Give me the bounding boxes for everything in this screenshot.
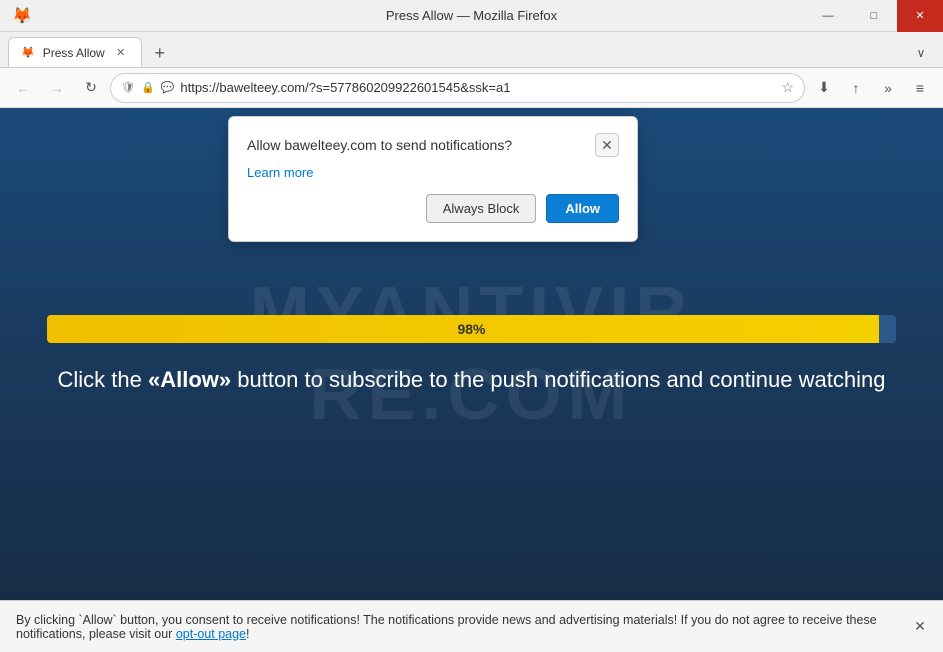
lock-icon: 🔒 bbox=[141, 81, 155, 94]
firefox-logo: 🦊 bbox=[12, 6, 32, 26]
forward-button[interactable]: → bbox=[42, 73, 72, 103]
window-title: Press Allow — Mozilla Firefox bbox=[386, 8, 557, 23]
allow-button[interactable]: Allow bbox=[546, 194, 619, 223]
bottom-bar: By clicking `Allow` button, you consent … bbox=[0, 600, 943, 652]
extensions-button[interactable]: » bbox=[873, 73, 903, 103]
window-controls: — □ ✕ bbox=[805, 0, 943, 31]
page-content: MYANTIVIR RE.COM 98% Click the «Allow» b… bbox=[0, 108, 943, 600]
bookmark-icon[interactable]: ☆ bbox=[781, 79, 794, 96]
back-button[interactable]: ← bbox=[8, 73, 38, 103]
pocket-button[interactable]: ⬇ bbox=[809, 73, 839, 103]
tab-bar: 🦊 Press Allow ✕ + ∨ bbox=[0, 32, 943, 68]
address-bar[interactable]: 🛡 🔒 💬 https://bawelteey.com/?s=577860209… bbox=[110, 73, 805, 103]
reload-button[interactable]: ↻ bbox=[76, 73, 106, 103]
popup-close-button[interactable]: ✕ bbox=[595, 133, 619, 157]
title-bar: 🦊 Press Allow — Mozilla Firefox — □ ✕ bbox=[0, 0, 943, 32]
menu-button[interactable]: ≡ bbox=[905, 73, 935, 103]
shield-icon: 🛡 bbox=[121, 81, 135, 94]
toolbar-icons: ⬇ ↑ » ≡ bbox=[809, 73, 935, 103]
instruction-text: Click the «Allow» button to subscribe to… bbox=[58, 367, 886, 393]
minimize-button[interactable]: — bbox=[805, 0, 851, 32]
popup-header: Allow bawelteey.com to send notification… bbox=[247, 133, 619, 157]
tab-favicon: 🦊 bbox=[21, 46, 35, 59]
bottom-bar-text-before: By clicking `Allow` button, you consent … bbox=[16, 613, 877, 641]
notification-permission-icon: 💬 bbox=[161, 81, 175, 94]
tab-close-button[interactable]: ✕ bbox=[113, 45, 129, 61]
bottom-bar-text: By clicking `Allow` button, you consent … bbox=[16, 613, 903, 641]
url-text: https://bawelteey.com/?s=577860209922601… bbox=[180, 80, 775, 95]
active-tab[interactable]: 🦊 Press Allow ✕ bbox=[8, 37, 142, 67]
always-block-button[interactable]: Always Block bbox=[426, 194, 537, 223]
new-tab-button[interactable]: + bbox=[146, 39, 174, 67]
popup-buttons: Always Block Allow bbox=[247, 194, 619, 223]
toolbar: ← → ↻ 🛡 🔒 💬 https://bawelteey.com/?s=577… bbox=[0, 68, 943, 108]
tab-title: Press Allow bbox=[43, 46, 105, 60]
progress-section: 98% bbox=[47, 315, 896, 343]
bottom-bar-text-end: ! bbox=[246, 627, 249, 641]
bottom-bar-close-button[interactable]: ✕ bbox=[909, 616, 931, 638]
share-button[interactable]: ↑ bbox=[841, 73, 871, 103]
opt-out-link[interactable]: opt-out page bbox=[176, 627, 246, 641]
tab-list-button[interactable]: ∨ bbox=[907, 39, 935, 67]
notification-popup: Allow bawelteey.com to send notification… bbox=[228, 116, 638, 242]
close-button[interactable]: ✕ bbox=[897, 0, 943, 32]
maximize-button[interactable]: □ bbox=[851, 0, 897, 32]
popup-title: Allow bawelteey.com to send notification… bbox=[247, 137, 595, 153]
learn-more-link[interactable]: Learn more bbox=[247, 165, 619, 180]
progress-bar-container: 98% bbox=[47, 315, 896, 343]
progress-label: 98% bbox=[47, 321, 896, 337]
